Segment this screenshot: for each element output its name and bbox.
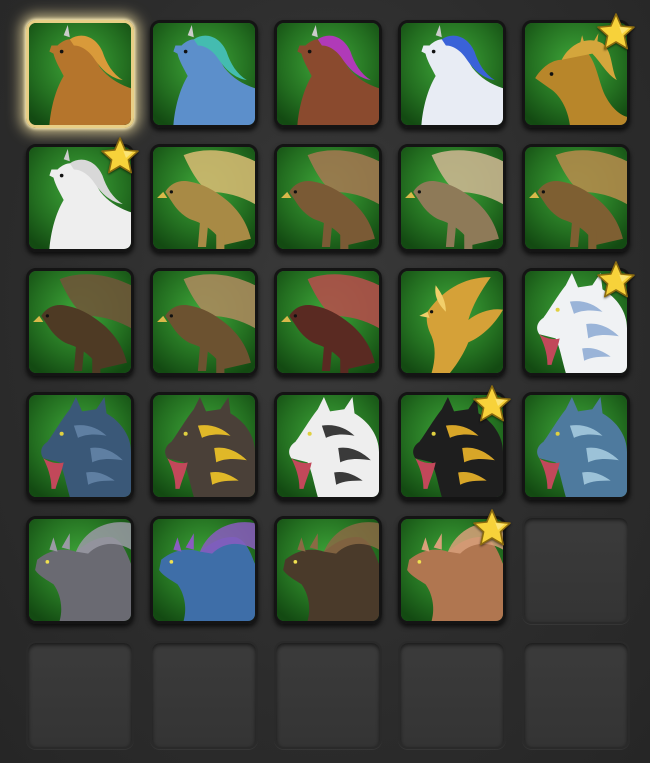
mount-art <box>153 23 255 125</box>
mount-slot-phoenix[interactable] <box>398 268 506 376</box>
mount-slot-griffin[interactable] <box>274 144 382 252</box>
mount-slot-dragon[interactable] <box>26 516 134 624</box>
mount-slot-wolf[interactable] <box>522 268 630 376</box>
mount-slot-griffin[interactable] <box>26 268 134 376</box>
mount-art <box>401 147 503 249</box>
mount-art <box>277 395 379 497</box>
mount-slot-dragon-horse[interactable] <box>522 20 630 128</box>
mount-slot-griffin[interactable] <box>150 144 258 252</box>
empty-mount-slot <box>274 641 382 749</box>
mount-art <box>29 395 131 497</box>
mount-art <box>29 519 131 621</box>
mount-art <box>277 147 379 249</box>
mount-art <box>277 519 379 621</box>
mount-slot-dragon[interactable] <box>150 516 258 624</box>
mount-art <box>401 271 503 373</box>
mount-art <box>153 519 255 621</box>
mount-art <box>401 23 503 125</box>
mount-art <box>277 23 379 125</box>
mount-slot-griffin[interactable] <box>274 268 382 376</box>
mount-slot-griffin[interactable] <box>150 268 258 376</box>
mount-art <box>525 271 627 373</box>
mount-art <box>153 395 255 497</box>
mount-art <box>277 271 379 373</box>
mount-art <box>525 395 627 497</box>
mount-art <box>401 519 503 621</box>
mount-slot-wolf[interactable] <box>398 392 506 500</box>
mount-art <box>153 147 255 249</box>
mount-slot-horse-selected[interactable] <box>26 20 134 128</box>
mount-slot-wolf[interactable] <box>522 392 630 500</box>
mount-art <box>153 271 255 373</box>
mount-slot-horse[interactable] <box>398 20 506 128</box>
empty-mount-slot <box>522 516 630 624</box>
mount-slot-wolf[interactable] <box>274 392 382 500</box>
mount-art <box>525 147 627 249</box>
mount-art <box>29 147 131 249</box>
mount-slot-dragon[interactable] <box>274 516 382 624</box>
empty-mount-slot <box>522 641 630 749</box>
mount-slot-griffin[interactable] <box>522 144 630 252</box>
mount-art <box>29 271 131 373</box>
mount-art <box>29 23 131 125</box>
mount-slot-horse[interactable] <box>274 20 382 128</box>
empty-mount-slot <box>398 641 506 749</box>
empty-mount-slot <box>150 641 258 749</box>
mount-art <box>401 395 503 497</box>
mount-slot-horse[interactable] <box>26 144 134 252</box>
mount-slot-dragon[interactable] <box>398 516 506 624</box>
mount-slot-wolf[interactable] <box>150 392 258 500</box>
empty-mount-slot <box>26 641 134 749</box>
mount-slot-horse[interactable] <box>150 20 258 128</box>
mount-slot-wolf[interactable] <box>26 392 134 500</box>
mount-grid <box>0 0 650 763</box>
mount-art <box>525 23 627 125</box>
mount-slot-griffin[interactable] <box>398 144 506 252</box>
